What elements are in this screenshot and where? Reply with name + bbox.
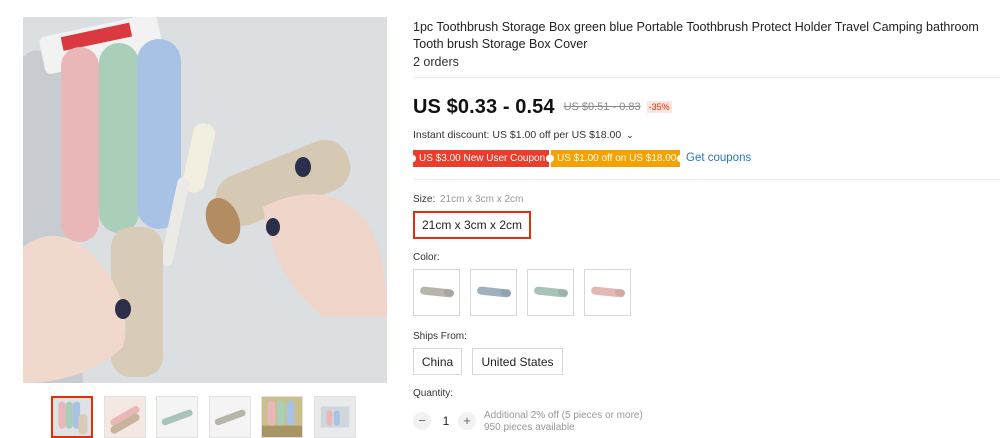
current-price: US $0.33 - 0.54 <box>413 95 555 118</box>
color-option-blue[interactable] <box>470 269 517 316</box>
stock-available-note: 950 pieces available <box>484 422 575 433</box>
get-coupons-link[interactable]: Get coupons <box>686 152 751 164</box>
color-option-pink[interactable] <box>584 269 631 316</box>
thumbnail-5[interactable] <box>261 396 303 438</box>
quantity-label: Quantity: <box>413 388 454 399</box>
size-label-row: Size: 21cm x 3cm x 2cm <box>413 194 523 205</box>
thumbnail-2[interactable] <box>104 396 146 438</box>
instant-discount-text: Instant discount: US $1.00 off per US $1… <box>413 129 622 141</box>
color-label: Color: <box>413 252 440 263</box>
product-photo-illustration <box>23 17 387 383</box>
ship-option-china[interactable]: China <box>413 348 462 375</box>
size-option-label: 21cm x 3cm x 2cm <box>421 218 523 232</box>
case-cap-shade <box>614 288 626 297</box>
case-cap-shade <box>557 288 569 297</box>
color-option-gray[interactable] <box>413 269 460 316</box>
size-label: Size: <box>413 194 436 205</box>
orders-count: 2 orders <box>413 55 459 69</box>
ship-option-united-states[interactable]: United States <box>472 348 563 375</box>
instant-discount-toggle[interactable]: Instant discount: US $1.00 off per US $1… <box>413 129 634 141</box>
product-title: 1pc Toothbrush Storage Box green blue Po… <box>413 20 979 51</box>
original-price: US $0.51 - 0.83 <box>563 101 641 113</box>
main-product-image[interactable] <box>23 17 387 383</box>
thumbnail-6[interactable] <box>314 396 356 438</box>
thumbnail-3[interactable] <box>156 396 198 438</box>
thumbnail-image <box>262 397 302 437</box>
size-selected-value: 21cm x 3cm x 2cm <box>440 194 524 205</box>
store-coupon[interactable]: US $1.00 off on US $18.00 <box>548 149 683 167</box>
thumbnail-image <box>105 397 145 437</box>
thumbnail-1[interactable] <box>51 396 93 438</box>
divider <box>413 77 1000 78</box>
increase-quantity-button[interactable]: + <box>458 412 476 430</box>
discount-badge: -35% <box>646 101 672 113</box>
thumbnail-image <box>53 398 91 436</box>
new-user-coupon[interactable]: US $3.00 New User Coupon <box>410 149 552 167</box>
decrease-quantity-button[interactable]: − <box>413 412 431 430</box>
divider <box>413 179 1000 180</box>
coupon-row: US $3.00 New User Coupon US $1.00 off on… <box>410 149 751 167</box>
ship-option-label: United States <box>481 354 554 369</box>
chevron-down-icon: ⌄ <box>626 130 634 140</box>
quantity-note: Additional 2% off (5 pieces or more) 950… <box>484 410 643 434</box>
ship-option-label: China <box>421 354 454 369</box>
color-option-green[interactable] <box>527 269 574 316</box>
thumbnail-image <box>315 397 355 437</box>
thumbnail-4[interactable] <box>209 396 251 438</box>
price-row: US $0.33 - 0.54 US $0.51 - 0.83 -35% <box>413 94 672 120</box>
case-cap-shade <box>443 288 455 297</box>
thumbnail-image <box>210 397 250 437</box>
bulk-discount-note: Additional 2% off (5 pieces or more) <box>484 410 643 421</box>
case-cap-shade <box>500 288 512 297</box>
thumbnail-image <box>157 397 197 437</box>
quantity-value[interactable]: 1 <box>440 414 452 428</box>
ships-from-label: Ships From: <box>413 331 467 342</box>
size-option-21cm[interactable]: 21cm x 3cm x 2cm <box>413 211 531 239</box>
